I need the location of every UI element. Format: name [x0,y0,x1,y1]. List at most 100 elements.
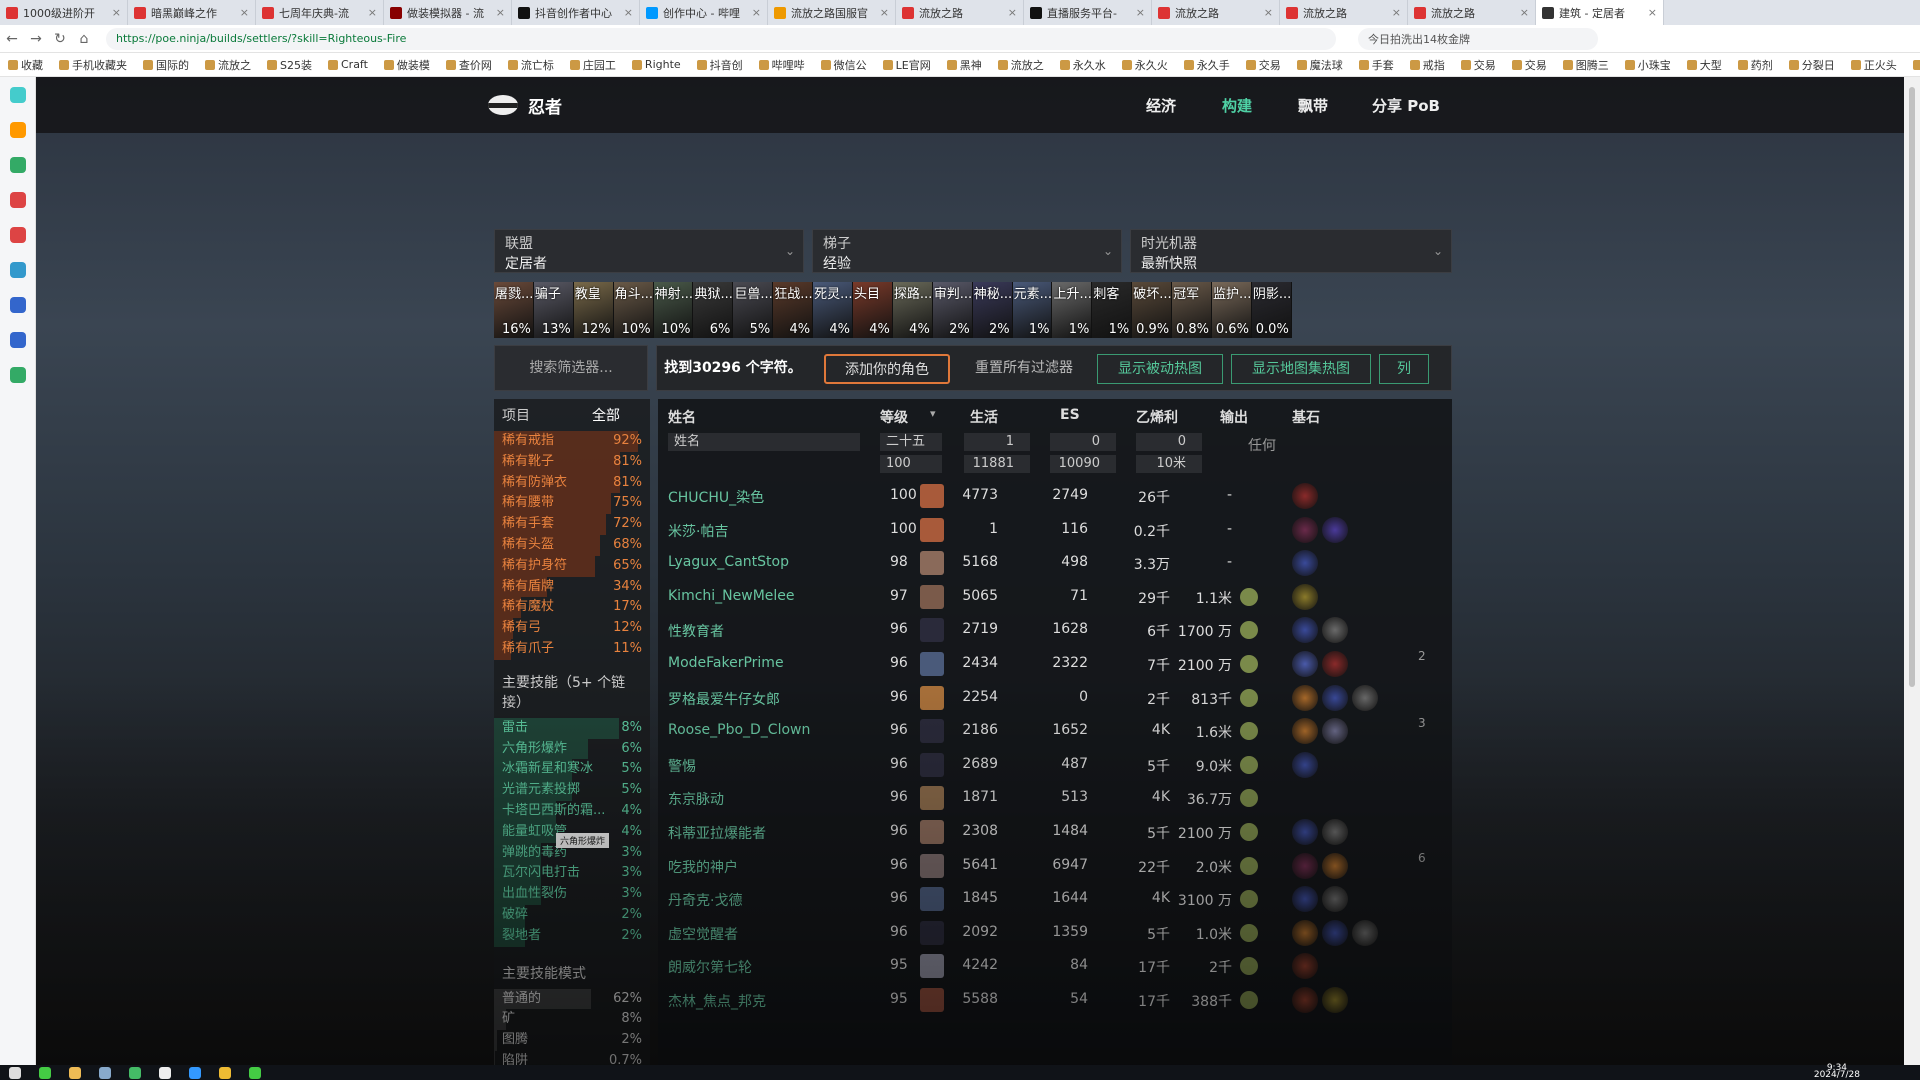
item-filter-row[interactable]: 稀有弓 12% [494,618,650,639]
character-name[interactable]: Lyagux_CantStop [668,554,789,570]
class-filter-14[interactable]: 上升... 1% [1052,282,1093,338]
bookmark-item[interactable]: 交易 [1460,57,1496,73]
es-max-input[interactable]: 10090 [1050,455,1116,473]
table-row[interactable]: 朗威尔第七轮 95 4242 84 17千 2千 [658,949,1452,983]
browser-tab[interactable]: 流放之路 × [1280,0,1408,25]
character-name[interactable]: 丹奇克·戈德 [668,890,742,910]
bookmark-item[interactable]: 查价网 [445,57,492,73]
close-icon[interactable]: × [880,6,889,19]
bookmark-item[interactable]: 正火头 [1850,57,1897,73]
class-filter-6[interactable]: 巨兽... 5% [733,282,774,338]
nav-builds[interactable]: 构建 [1222,95,1252,116]
character-name[interactable]: Roose_Pbo_D_Clown [668,722,810,738]
browser-tab[interactable]: 1000级进阶开 × [0,0,128,25]
start-icon[interactable] [9,1066,21,1079]
item-filter-row[interactable]: 稀有腰带 75% [494,493,650,515]
url-field[interactable]: https://poe.ninja/builds/settlers/?skill… [106,27,1336,50]
sidebar-app-icon[interactable] [9,192,26,208]
filter-search-input[interactable]: 搜索筛选器... [494,345,648,391]
close-icon[interactable]: × [1008,6,1017,19]
browser-tab[interactable]: 七周年庆典-流 × [256,0,384,25]
skill-filter-row[interactable]: 破碎 2% [494,904,650,926]
atlas-heatmap-button[interactable]: 显示地图集热图 [1231,354,1371,384]
close-icon[interactable]: × [112,6,121,19]
league-dropdown[interactable]: 联盟 定居者 ⌄ [494,229,804,273]
back-icon[interactable]: ← [0,31,24,47]
class-filter-1[interactable]: 骗子 13% [533,282,574,338]
forward-icon[interactable]: → [24,31,48,47]
bookmark-item[interactable]: Craft [327,58,368,71]
class-filter-9[interactable]: 头目 4% [853,282,893,338]
bookmark-item[interactable]: 交易 [1245,57,1281,73]
skill-filter-row[interactable]: 六角形爆炸 6% [494,738,650,760]
browser-tab[interactable]: 暗黑巅峰之作 × [128,0,256,25]
bookmark-item[interactable]: 手套 [1358,57,1394,73]
close-icon[interactable]: × [240,6,249,19]
skill-filter-row[interactable]: 光谱元素投掷 5% [494,780,650,801]
reset-filters-button[interactable]: 重置所有过滤器 [961,354,1087,384]
col-name[interactable]: 姓名 [668,407,696,427]
item-filter-row[interactable]: 稀有盾牌 34% [494,576,650,598]
item-filter-row[interactable]: 稀有防弹衣 81% [494,472,650,494]
character-name[interactable]: 东京脉动 [668,789,724,809]
mode-filter-row[interactable]: 矿 8% [494,1009,650,1031]
character-name[interactable]: Kimchi_NewMelee [668,588,795,604]
taskbar-app-icon[interactable] [39,1066,51,1079]
table-row[interactable]: Kimchi_NewMelee 97 5065 71 29千 1.1米 [658,580,1452,614]
bookmark-item[interactable]: 庄园工 [569,57,616,73]
browser-tab[interactable]: 创作中心 - 哔哩 × [640,0,768,25]
table-row[interactable]: CHUCHU_染色 100 4773 2749 26千 - [658,479,1452,513]
item-filter-row[interactable]: 稀有护身符 65% [494,555,650,577]
col-ehp[interactable]: 乙烯利 [1136,407,1178,427]
bookmark-item[interactable]: 魔法球 [1296,57,1343,73]
class-filter-19[interactable]: 阴影... 0.0% [1251,282,1292,338]
bookmark-item[interactable]: 永久手 [1183,57,1230,73]
page-scroll-thumb[interactable] [1909,87,1915,687]
class-filter-7[interactable]: 狂战... 4% [773,282,814,338]
close-icon[interactable]: × [752,6,761,19]
ehp-max-input[interactable]: 10米 [1136,455,1202,473]
item-filter-row[interactable]: 稀有戒指 92% [494,431,650,452]
taskbar-app-icon[interactable] [99,1066,111,1079]
items-mode-select[interactable]: 全部 [592,405,620,425]
bookmark-item[interactable]: 药剂 [1737,57,1773,73]
brand-name[interactable]: 忍者 [528,93,562,118]
browser-tab[interactable]: 流放之路 × [1408,0,1536,25]
col-level[interactable]: 等级 [880,407,908,427]
table-row[interactable]: 虚空觉醒者 96 2092 1359 5千 1.0米 [658,916,1452,950]
character-name[interactable]: CHUCHU_染色 [668,487,764,507]
level-max-input[interactable]: 100 [880,455,942,473]
table-row[interactable]: 吃我的神户 96 5641 6947 22千 2.0米 6 [658,849,1452,883]
class-filter-10[interactable]: 探路... 4% [892,282,933,338]
browser-tab[interactable]: 流放之路 × [896,0,1024,25]
browser-tab[interactable]: 流放之路 × [1152,0,1280,25]
character-name[interactable]: 性教育者 [668,621,724,641]
close-icon[interactable]: × [624,6,633,19]
bookmark-item[interactable]: 短杖 [1912,57,1920,73]
skill-filter-row[interactable]: 雷击 8% [494,717,650,739]
character-name[interactable]: 杰林_焦点_邦克 [668,991,766,1011]
close-icon[interactable]: × [1520,6,1529,19]
class-filter-15[interactable]: 刺客 1% [1092,282,1133,338]
character-name[interactable]: ModeFakerPrime [668,655,784,671]
bookmark-item[interactable]: 黑神 [946,57,982,73]
table-row[interactable]: Roose_Pbo_D_Clown 96 2186 1652 4K 1.6米 3 [658,714,1452,748]
sidebar-app-icon[interactable] [9,227,26,243]
class-filter-0[interactable]: 屠戮... 16% [494,282,534,338]
character-name[interactable]: 警惕 [668,756,696,776]
browser-tab[interactable]: 流放之路国服官 × [768,0,896,25]
es-min-input[interactable]: 0 [1050,433,1116,451]
close-icon[interactable]: × [1136,6,1145,19]
bookmark-item[interactable]: 交易 [1511,57,1547,73]
level-min-input[interactable]: 二十五 [880,433,942,451]
sort-icon[interactable]: ▾ [930,407,936,420]
class-filter-11[interactable]: 审判... 2% [932,282,973,338]
bookmark-item[interactable]: Righte [631,58,681,71]
time-machine-dropdown[interactable]: 时光机器 最新快照 ⌄ [1130,229,1452,273]
table-row[interactable]: 科蒂亚拉爆能者 96 2308 1484 5千 2100 万 [658,815,1452,849]
browser-tab[interactable]: 做装模拟器 - 流 × [384,0,512,25]
close-icon[interactable]: × [1648,6,1657,19]
bookmark-item[interactable]: 大型 [1686,57,1722,73]
home-icon[interactable]: ⌂ [72,31,96,47]
taskbar-app-icon[interactable] [159,1066,171,1079]
